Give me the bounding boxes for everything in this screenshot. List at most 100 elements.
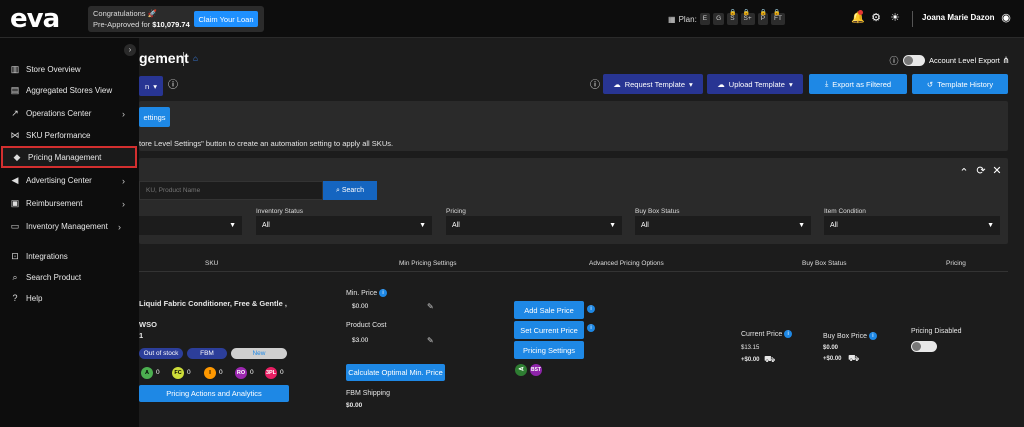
cloud-download-icon: ☁ [613, 79, 621, 89]
info-icon[interactable]: i [868, 332, 877, 340]
sidebar-item-inventory-management[interactable]: ▭ Inventory Management › [10, 221, 135, 232]
search-button[interactable]: ⌕ Search [323, 181, 377, 200]
sidebar-item-advertising-center[interactable]: ◀ Advertising Center › [10, 175, 135, 186]
share-icon[interactable]: ⋖ [515, 364, 527, 376]
refresh-icon[interactable]: ⟳ [975, 165, 987, 177]
column-header-sku[interactable]: SKU [205, 260, 218, 267]
store-select[interactable]: n ▾ [139, 76, 163, 96]
user-avatar-icon[interactable]: ◉ [1000, 12, 1012, 24]
column-header-min-pricing[interactable]: Min Pricing Settings [399, 260, 456, 267]
share-icon[interactable]: ⋔ [1000, 54, 1012, 66]
top-bar: eva Congratulations 🚀 Pre-Approved for $… [0, 0, 1024, 38]
edit-pencil-icon[interactable]: ✎ [427, 336, 434, 345]
filter-select-inventory[interactable]: All ▼ [256, 216, 432, 235]
theme-sun-icon[interactable]: ☀ [889, 12, 901, 24]
request-template-button[interactable]: ☁ Request Template ▾ [603, 74, 703, 94]
pricing-toggle[interactable] [911, 341, 937, 352]
product-cost-input[interactable]: $3.00 [346, 334, 436, 348]
help-icon: ? [12, 293, 18, 303]
template-history-button[interactable]: ↺ Template History [912, 74, 1008, 94]
export-filtered-button[interactable]: ⤓ Export as Filtered [809, 74, 907, 94]
store-level-settings-button[interactable]: ettings [139, 107, 170, 127]
sidebar-item-search-product[interactable]: ⌕ Search Product [10, 272, 135, 283]
trend-icon: ↗ [11, 108, 19, 118]
add-sale-price-button[interactable]: Add Sale Price [514, 301, 584, 319]
sidebar-item-help[interactable]: ? Help [10, 293, 135, 303]
info-icon[interactable]: i [587, 324, 595, 332]
filter-value: All [262, 222, 270, 229]
info-icon[interactable]: i [784, 330, 793, 338]
lock-icon: 🔒 [729, 10, 737, 16]
min-price-input[interactable]: $0.00 [346, 300, 436, 314]
chevron-right-icon: › [122, 198, 125, 209]
sidebar-item-reimbursement[interactable]: ▣ Reimbursement › [10, 198, 135, 209]
header-divider [912, 11, 913, 27]
collapse-sidebar-icon[interactable]: › [124, 44, 136, 56]
sidebar-item-integrations[interactable]: ⊡ Integrations [10, 251, 135, 262]
sidebar-item-label: Search Product [26, 273, 82, 282]
info-icon[interactable]: ⓘ [589, 80, 601, 92]
current-price-shipping: +$0.00 [741, 357, 760, 363]
sidebar-item-operations-center[interactable]: ↗ Operations Center › [10, 108, 135, 119]
bst-badge: BST [530, 364, 542, 376]
upload-template-button[interactable]: ☁ Upload Template ▾ [707, 74, 803, 94]
fbm-shipping-value: $0.00 [346, 402, 363, 409]
info-icon[interactable]: i [587, 305, 595, 313]
counter-badge-i: I [204, 367, 216, 379]
filter-select-store[interactable]: ▼ [139, 216, 242, 235]
stacked-bar-icon: ▤ [10, 85, 20, 95]
title-divider [183, 52, 184, 66]
sidebar-item-aggregated-stores[interactable]: ▤ Aggregated Stores View [10, 85, 135, 96]
pricing-actions-button[interactable]: Pricing Actions and Analytics [139, 385, 289, 402]
lock-icon: 🔒 [773, 10, 781, 16]
filter-select-pricing[interactable]: All ▼ [446, 216, 622, 235]
home-icon[interactable]: ⌂ [193, 54, 198, 63]
eva-logo[interactable]: eva [10, 6, 72, 32]
sidebar-item-label: Aggregated Stores View [26, 86, 113, 95]
chevron-down-icon: ▼ [609, 222, 616, 229]
info-icon[interactable]: ⓘ [888, 55, 900, 67]
chevron-down-icon: ▾ [788, 79, 793, 89]
plan-icon: ▦ [668, 14, 676, 24]
filter-select-buybox[interactable]: All ▼ [635, 216, 811, 235]
sidebar-item-pricing-management[interactable]: ◆ Pricing Management [1, 146, 137, 168]
filter-label-condition: Item Condition [824, 208, 866, 215]
chevron-down-icon: ▼ [229, 222, 236, 229]
claim-loan-button[interactable]: Claim Your Loan [194, 11, 258, 27]
user-name[interactable]: Joana Marie Dazon [922, 13, 994, 22]
filter-value: All [641, 222, 649, 229]
column-header-buybox[interactable]: Buy Box Status [802, 260, 846, 267]
sidebar-item-label: Advertising Center [26, 176, 92, 185]
chip-label: G [716, 15, 722, 22]
lock-icon: 🔒 [759, 10, 768, 16]
plan-chip-splus: 🔒 S+ [740, 10, 755, 25]
fbm-shipping-label: FBM Shipping [346, 390, 390, 397]
info-icon[interactable]: ⓘ [167, 80, 179, 92]
filter-select-condition[interactable]: All ▼ [824, 216, 1000, 235]
sidebar-item-store-overview[interactable]: ▥ Store Overview [10, 64, 135, 75]
close-icon[interactable]: ✕ [991, 165, 1003, 177]
set-current-price-button[interactable]: Set Current Price [514, 321, 584, 339]
account-export-label: Account Level Export [929, 56, 1000, 65]
search-icon: ⌕ [335, 186, 340, 194]
sidebar-item-sku-performance[interactable]: ⋈ SKU Performance [10, 130, 135, 141]
product-name[interactable]: Liquid Fabric Conditioner, Free & Gentle… [139, 299, 287, 308]
chevron-right-icon: › [122, 108, 125, 119]
search-input[interactable] [139, 181, 323, 200]
loan-promo: Congratulations 🚀 Pre-Approved for $10,0… [88, 6, 264, 32]
plan-chip-p: 🔒 P [757, 10, 769, 25]
chevron-up-icon[interactable]: ⌃ [958, 167, 970, 179]
column-header-advanced-pricing[interactable]: Advanced Pricing Options [589, 260, 664, 267]
account-export-toggle[interactable] [903, 55, 925, 66]
plan-indicator[interactable]: ▦ Plan: E G 🔒 S 🔒 S+ 🔒 P 🔒 FT [668, 10, 785, 25]
chevron-down-icon: ▼ [798, 222, 805, 229]
calculate-min-price-button[interactable]: Calculate Optimal Min. Price [346, 364, 445, 381]
filter-value: All [452, 222, 460, 229]
pricing-settings-button[interactable]: Pricing Settings [514, 341, 584, 359]
counter-badge-fc: FC [172, 367, 184, 379]
column-header-pricing[interactable]: Pricing [946, 260, 966, 267]
edit-pencil-icon[interactable]: ✎ [427, 302, 434, 311]
gear-icon[interactable]: ⚙ [870, 12, 882, 24]
automation-note: tore Level Settings" button to create an… [139, 139, 394, 148]
info-icon[interactable]: i [379, 289, 388, 297]
